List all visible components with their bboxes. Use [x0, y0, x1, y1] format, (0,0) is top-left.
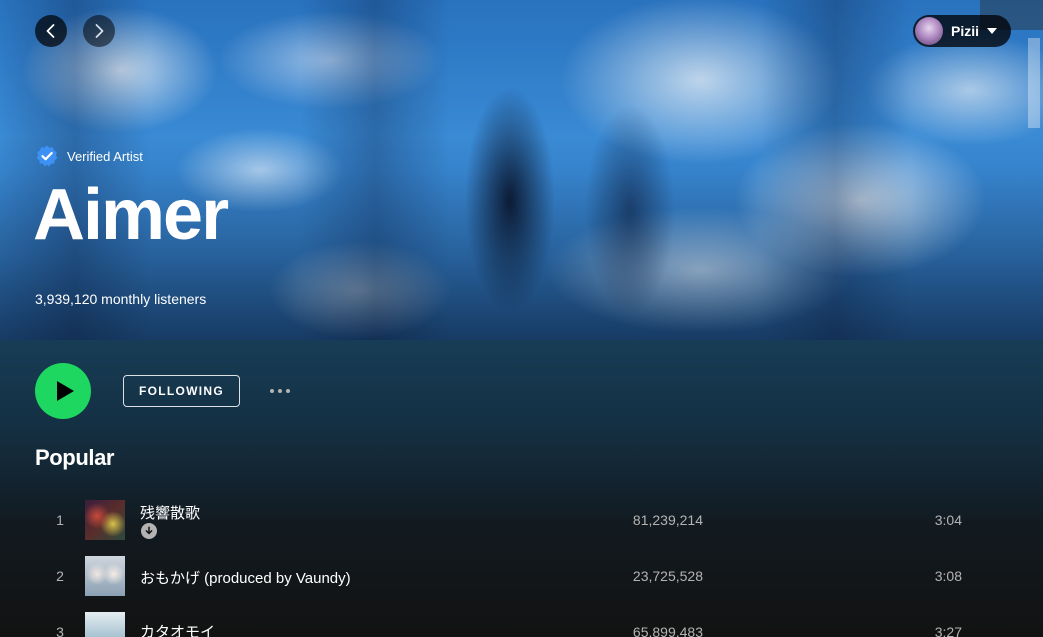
track-number: 2 — [56, 568, 64, 584]
play-icon — [56, 381, 74, 401]
track-row[interactable]: 1 残響散歌 81,239,214 3:04 — [0, 492, 1043, 548]
verified-label: Verified Artist — [67, 148, 143, 164]
forward-button[interactable] — [83, 15, 115, 47]
hero-shade — [0, 0, 1043, 340]
track-title[interactable]: 残響散歌 — [140, 502, 200, 523]
more-options-icon — [286, 389, 290, 393]
monthly-listeners: 3,939,120 monthly listeners — [35, 291, 207, 307]
track-plays: 23,725,528 — [632, 568, 703, 584]
following-button[interactable]: FOLLOWING — [123, 375, 240, 407]
artist-header-image — [0, 0, 1043, 340]
track-row[interactable]: 2 おもかげ (produced by Vaundy) 23,725,528 3… — [0, 548, 1043, 604]
album-art — [85, 612, 125, 637]
track-duration: 3:27 — [934, 624, 962, 637]
more-options-icon — [278, 389, 282, 393]
track-number: 3 — [56, 624, 64, 637]
track-plays: 81,239,214 — [632, 512, 703, 528]
play-button[interactable] — [35, 363, 91, 419]
back-button[interactable] — [35, 15, 67, 47]
artist-name: Aimer — [33, 175, 229, 255]
track-number: 1 — [56, 512, 64, 528]
track-title[interactable]: カタオモイ — [140, 621, 215, 637]
verified-artist-badge: Verified Artist — [35, 144, 143, 168]
avatar — [915, 17, 943, 45]
album-art — [85, 556, 125, 596]
track-title[interactable]: おもかげ (produced by Vaundy) — [140, 567, 351, 588]
user-menu-button[interactable]: Pizii — [913, 15, 1011, 47]
downloaded-icon — [141, 523, 157, 539]
scrollbar[interactable] — [1028, 38, 1040, 128]
album-art — [85, 500, 125, 540]
track-row[interactable]: 3 カタオモイ 65,899,483 3:27 — [0, 604, 1043, 637]
track-duration: 3:04 — [934, 512, 962, 528]
caret-down-icon — [987, 28, 998, 34]
more-options-icon — [270, 389, 274, 393]
popular-heading: Popular — [35, 445, 115, 470]
track-plays: 65,899,483 — [632, 624, 703, 637]
more-options-button[interactable] — [264, 382, 296, 400]
chevron-right-icon — [95, 24, 104, 38]
chevron-left-icon — [46, 24, 55, 38]
track-duration: 3:08 — [934, 568, 962, 584]
verified-badge-icon — [36, 145, 58, 167]
user-name: Pizii — [951, 23, 980, 39]
